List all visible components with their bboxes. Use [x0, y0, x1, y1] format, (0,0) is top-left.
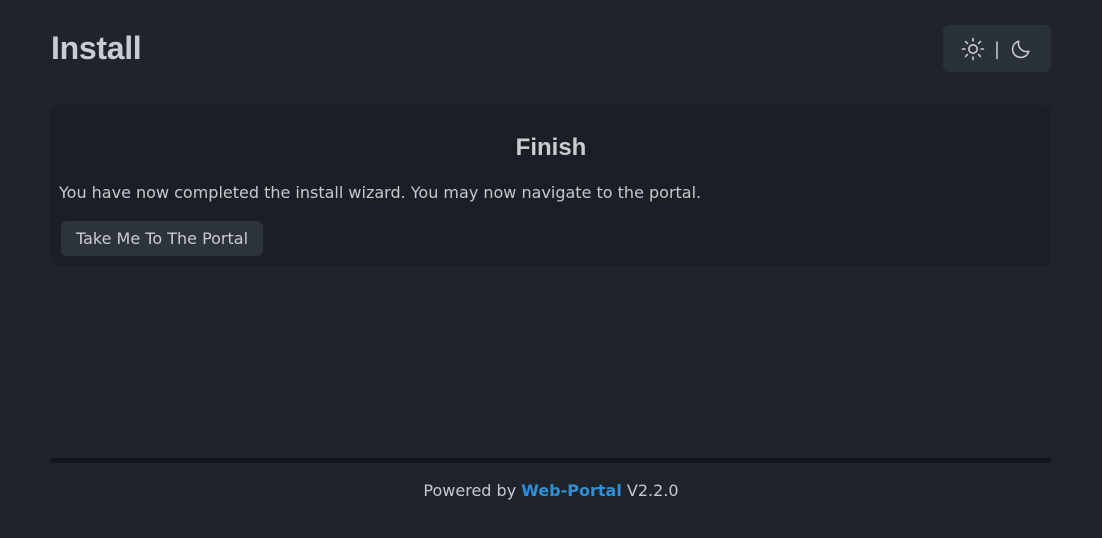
theme-toggle: |	[943, 25, 1051, 72]
footer-prefix: Powered by	[423, 481, 517, 500]
footer-divider	[51, 458, 1051, 463]
page-title: Install	[51, 30, 142, 66]
card-title: Finish	[515, 134, 587, 161]
sun-icon[interactable]	[960, 36, 986, 62]
completion-message: You have now completed the install wizar…	[59, 183, 702, 202]
footer-version: V2.2.0	[626, 481, 679, 500]
moon-icon[interactable]	[1008, 36, 1034, 62]
theme-toggle-separator: |	[994, 38, 1000, 59]
take-me-to-portal-button[interactable]: Take Me To The Portal	[61, 221, 264, 256]
footer: Powered by Web-Portal V2.2.0	[0, 479, 1102, 503]
web-portal-link[interactable]: Web-Portal	[521, 481, 622, 500]
